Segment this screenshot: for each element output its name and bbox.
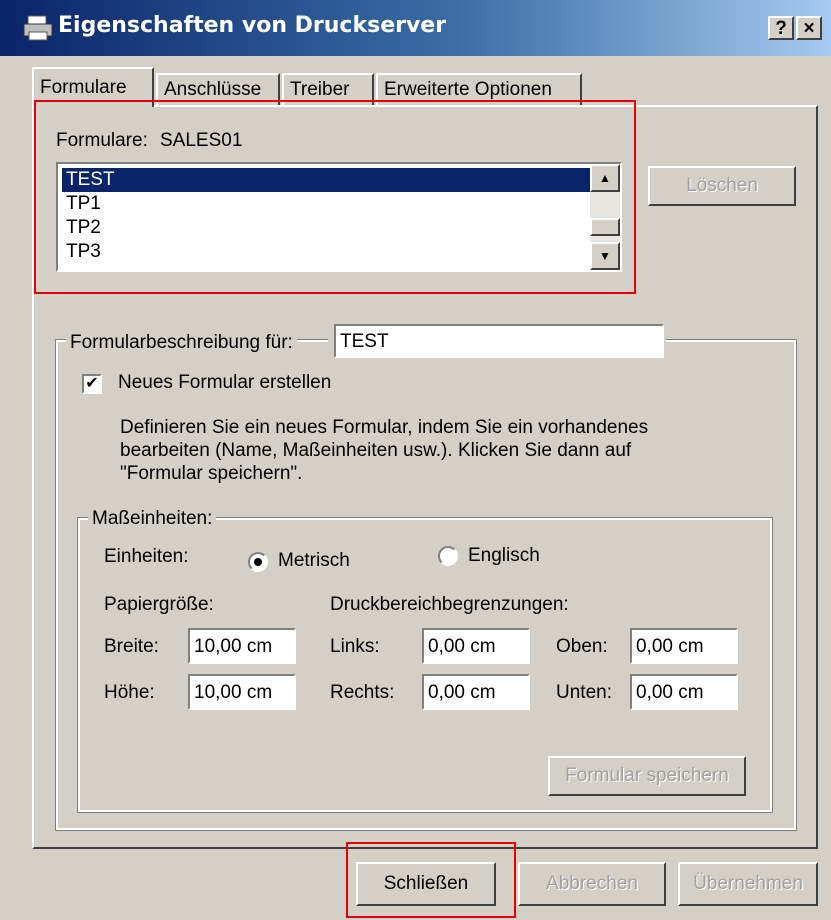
apply-button[interactable]: Übernehmen [678, 862, 818, 906]
list-item[interactable]: TP2 [62, 216, 594, 240]
forms-label: Formulare: [56, 130, 148, 151]
triangle-down-icon: ▼ [599, 249, 611, 263]
description-input[interactable]: TEST [334, 324, 664, 358]
bottom-label: Unten: [556, 682, 612, 703]
units-legend: Maßeinheiten: [88, 508, 217, 530]
check-icon: ✔ [85, 375, 99, 392]
scroll-down-button[interactable]: ▼ [590, 242, 620, 270]
server-name: SALES01 [160, 130, 243, 151]
create-new-label: Neues Formular erstellen [118, 372, 332, 393]
title-bar[interactable]: Eigenschaften von Druckserver ? × [0, 0, 831, 56]
print-area-label: Druckbereichbegrenzungen: [330, 594, 569, 615]
scroll-up-button[interactable]: ▲ [590, 164, 620, 192]
scroll-thumb[interactable] [590, 218, 620, 236]
help-text-line: bearbeiten (Name, Maßeinheiten usw.). Kl… [120, 440, 632, 461]
tab-erweiterte-optionen[interactable]: Erweiterte Optionen [376, 73, 582, 105]
radio-dot [254, 558, 262, 566]
window-title: Eigenschaften von Druckserver [58, 13, 447, 38]
top-input[interactable]: 0,00 cm [630, 628, 738, 664]
height-input[interactable]: 10,00 cm [188, 674, 296, 710]
list-item[interactable]: TEST [62, 168, 594, 192]
close-window-button[interactable]: × [796, 16, 822, 40]
metric-label: Metrisch [278, 550, 350, 571]
paper-size-label: Papiergröße: [104, 594, 214, 615]
delete-button[interactable]: Löschen [648, 166, 796, 206]
left-label: Links: [330, 636, 380, 657]
list-item[interactable]: TP3 [62, 240, 594, 264]
cancel-button[interactable]: Abbrechen [518, 862, 666, 906]
list-item[interactable]: TP1 [62, 192, 594, 216]
help-button[interactable]: ? [768, 16, 794, 40]
help-text: Definieren Sie ein neues Formular, indem… [120, 416, 760, 485]
tab-anschluesse[interactable]: Anschlüsse [156, 73, 280, 105]
forms-scrollbar[interactable]: ▲ ▼ [590, 164, 620, 270]
create-new-checkbox[interactable]: ✔ [82, 374, 102, 394]
height-label: Höhe: [104, 682, 155, 703]
help-text-line: "Formular speichern". [120, 463, 303, 484]
save-form-button[interactable]: Formular speichern [548, 756, 746, 796]
left-input[interactable]: 0,00 cm [422, 628, 530, 664]
forms-listbox[interactable]: TEST TP1 TP2 TP3 [56, 162, 622, 272]
english-label: Englisch [468, 545, 540, 566]
description-legend: Formularbeschreibung für: [66, 332, 297, 354]
width-label: Breite: [104, 636, 159, 657]
tab-treiber[interactable]: Treiber [282, 73, 374, 105]
metric-radio[interactable] [248, 552, 268, 572]
right-input[interactable]: 0,00 cm [422, 674, 530, 710]
width-input[interactable]: 10,00 cm [188, 628, 296, 664]
tab-formulare[interactable]: Formulare [32, 67, 154, 107]
printer-icon [23, 15, 53, 41]
triangle-up-icon: ▲ [599, 171, 611, 185]
top-label: Oben: [556, 636, 608, 657]
english-radio[interactable] [438, 546, 458, 566]
close-button[interactable]: Schließen [356, 862, 496, 906]
help-text-line: Definieren Sie ein neues Formular, indem… [120, 417, 649, 438]
right-label: Rechts: [330, 682, 395, 703]
bottom-input[interactable]: 0,00 cm [630, 674, 738, 710]
units-label: Einheiten: [104, 546, 189, 567]
